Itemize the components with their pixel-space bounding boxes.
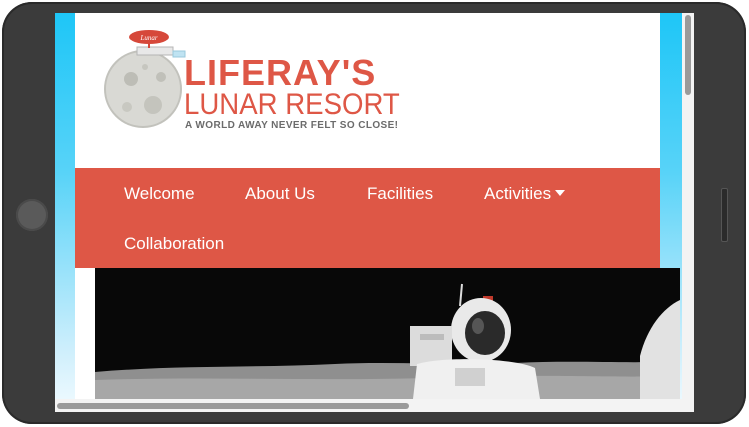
hero-image bbox=[95, 268, 680, 399]
nav-item-about-us[interactable]: About Us bbox=[245, 185, 315, 202]
caret-down-icon bbox=[555, 190, 566, 196]
site-header: Lunar LIFERAY'S LUNAR RESORT A WORLD AWA… bbox=[75, 13, 660, 168]
vertical-scrollbar-thumb[interactable] bbox=[685, 15, 691, 95]
brand-subtitle: LUNAR RESORT bbox=[184, 88, 400, 121]
brand-title: LIFERAY'S bbox=[184, 52, 377, 93]
side-button[interactable] bbox=[721, 188, 728, 242]
brand-tagline: A WORLD AWAY NEVER FELT SO CLOSE! bbox=[185, 120, 399, 131]
page: Lunar LIFERAY'S LUNAR RESORT A WORLD AWA… bbox=[75, 13, 680, 412]
astronaut-moon-image bbox=[95, 268, 680, 399]
nav-item-welcome[interactable]: Welcome bbox=[124, 185, 195, 202]
nav-item-activities[interactable]: Activities bbox=[484, 184, 566, 203]
nav-item-facilities[interactable]: Facilities bbox=[367, 185, 433, 202]
main-navigation: Welcome About Us Facilities Activities C… bbox=[75, 168, 660, 268]
horizontal-scrollbar-thumb[interactable] bbox=[57, 403, 409, 409]
nav-item-activities-label: Activities bbox=[484, 184, 552, 203]
nav-item-collaboration[interactable]: Collaboration bbox=[124, 235, 224, 252]
browser-viewport: Lunar LIFERAY'S LUNAR RESORT A WORLD AWA… bbox=[55, 13, 694, 412]
svg-text:Lunar: Lunar bbox=[139, 34, 157, 42]
home-button[interactable] bbox=[16, 199, 48, 231]
